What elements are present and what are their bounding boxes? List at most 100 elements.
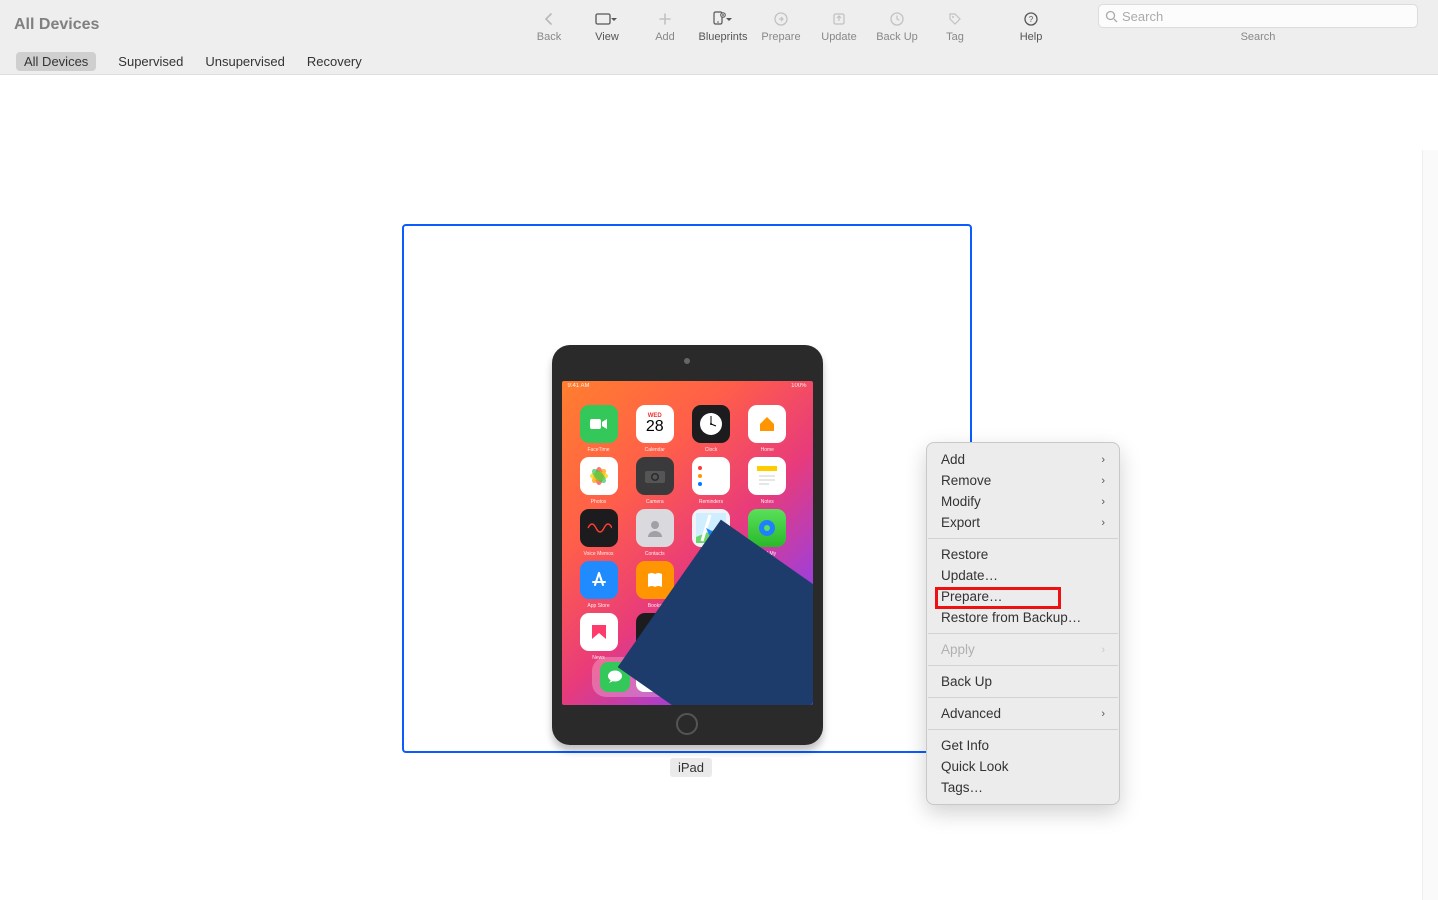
app-label: Maps [692, 551, 730, 557]
menu-separator [928, 633, 1118, 634]
app-label: Find My [748, 551, 786, 557]
device-label[interactable]: iPad [670, 758, 712, 777]
context-menu: Add › Remove › Modify› Export› Restore Upd… [926, 442, 1120, 805]
messages-icon [600, 662, 630, 692]
settings-icon: Settings [692, 613, 730, 651]
app-label: Settings [692, 655, 730, 661]
help-button[interactable]: ? Help [1002, 0, 1060, 48]
menu-add[interactable]: Add › [927, 449, 1119, 470]
filter-recovery[interactable]: Recovery [307, 54, 362, 69]
cal-date: 28 [646, 419, 664, 435]
workspace: 9:41 AM 100% FaceTime WED28Calendar Cloc… [0, 75, 1438, 900]
window-title: All Devices [14, 16, 99, 34]
books-icon: Books [636, 561, 674, 599]
app-label: Reminders [692, 499, 730, 505]
music-icon [672, 662, 702, 692]
view-icon [595, 10, 619, 28]
app-label: App Store [580, 603, 618, 609]
back-button[interactable]: Back [520, 0, 578, 48]
menu-label: Restore from Backup… [941, 610, 1081, 625]
menu-update[interactable]: Update… [927, 565, 1119, 586]
prepare-label: Prepare [761, 31, 800, 43]
app-label: Camera [636, 499, 674, 505]
device-card[interactable]: 9:41 AM 100% FaceTime WED28Calendar Cloc… [402, 224, 972, 753]
facetime-icon: FaceTime [580, 405, 618, 443]
menu-label: Apply [941, 642, 975, 657]
tag-button[interactable]: Tag [926, 0, 984, 48]
app-label: Photos [580, 499, 618, 505]
menu-advanced[interactable]: Advanced› [927, 703, 1119, 724]
chevron-right-icon: › [1101, 708, 1105, 720]
app-label: Home [748, 447, 786, 453]
app-grid: FaceTime WED28Calendar Clock Home Photos… [580, 405, 795, 651]
blueprints-button[interactable]: Blueprints [694, 0, 752, 48]
menu-modify[interactable]: Modify› [927, 491, 1119, 512]
camera-dot [684, 358, 690, 364]
menu-tags[interactable]: Tags… [927, 777, 1119, 798]
reminders-icon: Reminders [692, 457, 730, 495]
menu-label: Prepare… [941, 589, 1003, 604]
stocks-icon: Stocks [636, 613, 674, 651]
help-label: Help [1020, 31, 1043, 43]
app-label: Clock [692, 447, 730, 453]
add-label: Add [655, 31, 675, 43]
app-label: Books [636, 603, 674, 609]
findmy-icon: Find My [748, 509, 786, 547]
home-button [676, 713, 698, 735]
back-label: Back [537, 31, 561, 43]
update-label: Update [821, 31, 856, 43]
menu-export[interactable]: Export› [927, 512, 1119, 533]
add-button[interactable]: Add [636, 0, 694, 48]
prepare-button[interactable]: Prepare [752, 0, 810, 48]
filter-unsupervised[interactable]: Unsupervised [205, 54, 285, 69]
search-label: Search [1241, 31, 1276, 43]
safari-icon [636, 662, 666, 692]
menu-backup[interactable]: Back Up [927, 671, 1119, 692]
menu-getinfo[interactable]: Get Info [927, 735, 1119, 756]
clock-icon: Clock [692, 405, 730, 443]
scrollbar[interactable] [1422, 150, 1438, 900]
blueprints-icon [711, 10, 735, 28]
toolbar-buttons: Back View Add Blueprints Prepare Update … [520, 0, 1060, 48]
menu-label: Update… [941, 568, 998, 583]
filter-supervised[interactable]: Supervised [118, 54, 183, 69]
update-icon [831, 10, 847, 28]
appstore-icon: App Store [580, 561, 618, 599]
status-time: 9:41 AM [568, 383, 590, 393]
photos-icon: Photos [580, 457, 618, 495]
voicememos-icon: Voice Memos [580, 509, 618, 547]
menu-restore-backup[interactable]: Restore from Backup… [927, 607, 1119, 628]
chevron-right-icon: › [1101, 475, 1105, 487]
search-input[interactable]: Search [1098, 4, 1418, 28]
menu-restore[interactable]: Restore [927, 544, 1119, 565]
notes-icon: Notes [748, 457, 786, 495]
app-label: Contacts [636, 551, 674, 557]
prepare-icon [773, 10, 789, 28]
view-button[interactable]: View [578, 0, 636, 48]
backup-button[interactable]: Back Up [868, 0, 926, 48]
backup-icon [889, 10, 905, 28]
menu-remove[interactable]: Remove › [927, 470, 1119, 491]
menu-separator [928, 729, 1118, 730]
contacts-icon: Contacts [636, 509, 674, 547]
filter-all-devices[interactable]: All Devices [16, 52, 96, 71]
chevron-right-icon: › [1101, 454, 1105, 466]
menu-label: Remove [941, 473, 991, 488]
plus-icon [658, 10, 672, 28]
menu-label: Restore [941, 547, 988, 562]
update-button[interactable]: Update [810, 0, 868, 48]
chevron-right-icon: › [1101, 517, 1105, 529]
menu-apply: Apply› [927, 639, 1119, 660]
tv-icon: tvTV [748, 561, 786, 599]
app-label: Podcasts [692, 603, 730, 609]
menu-label: Add [941, 452, 965, 467]
mail-icon [708, 662, 738, 692]
toolbar: All Devices Back View Add Blueprints Pre… [0, 0, 1438, 48]
blueprints-label: Blueprints [699, 31, 748, 43]
search-placeholder: Search [1122, 9, 1163, 24]
menu-prepare[interactable]: Prepare… [927, 586, 1119, 607]
status-bar: 9:41 AM 100% [568, 383, 807, 393]
menu-label: Back Up [941, 674, 992, 689]
menu-quicklook[interactable]: Quick Look [927, 756, 1119, 777]
page-dots: ● ○ [562, 645, 813, 651]
